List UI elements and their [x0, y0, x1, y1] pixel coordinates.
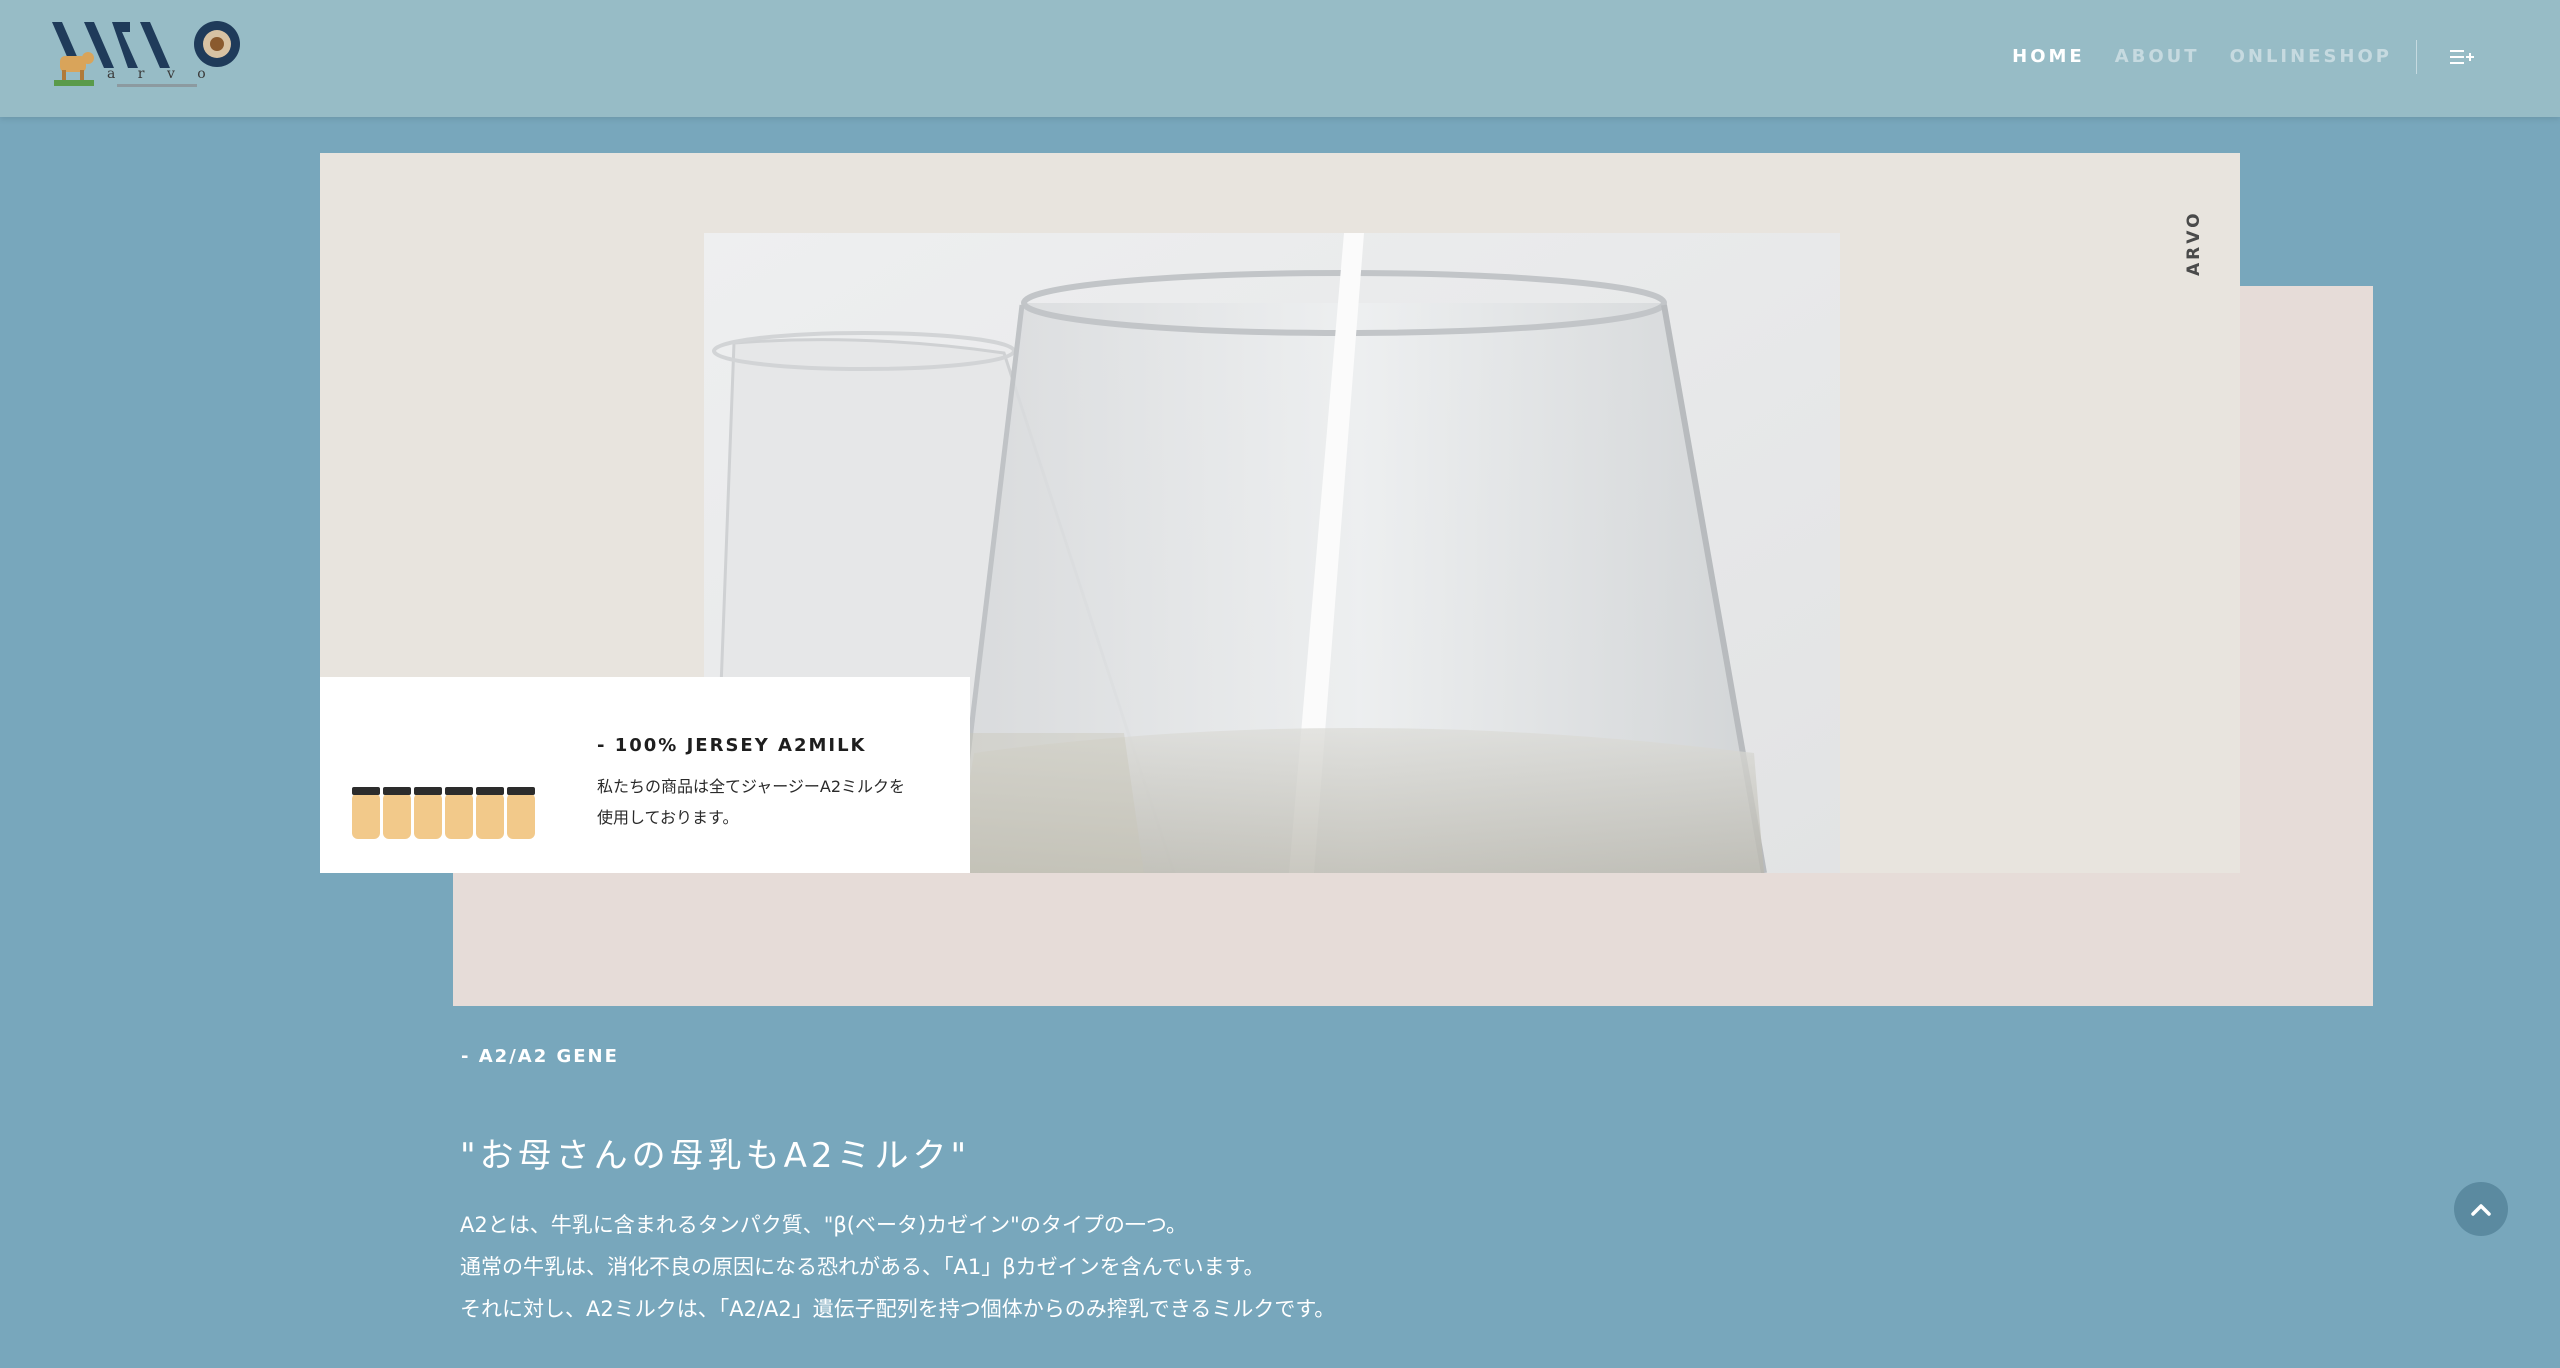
- body-paragraph: 通常の牛乳は、消化不良の原因になる恐れがある、「A1」βカゼインを含んでいます。: [460, 1255, 1265, 1279]
- nav-divider: [2416, 40, 2417, 74]
- card-title: - 100% JERSEY A2MILK: [597, 735, 867, 756]
- nav-onlineshop[interactable]: ONLINESHOP: [2230, 46, 2392, 67]
- body-paragraph: それに対し、A2ミルクは、「A2/A2」遺伝子配列を持つ個体からのみ搾乳できるミ…: [460, 1297, 1336, 1321]
- site-header: a r v o HOME ABOUT ONLINESHOP: [0, 0, 2560, 117]
- nav-about[interactable]: ABOUT: [2115, 46, 2200, 67]
- body-paragraph: A2とは、牛乳に含まれるタンパク質、"β(ベータ)カゼイン"のタイプの一つ。: [460, 1213, 1187, 1237]
- section-label: - A2/A2 GENE: [461, 1046, 619, 1067]
- menu-plus-icon[interactable]: [2448, 46, 2478, 68]
- product-card: - 100% JERSEY A2MILK 私たちの商品は全てジャージーA2ミルク…: [320, 677, 970, 873]
- chevron-up-icon: [2471, 1204, 2491, 1216]
- arvo-logo[interactable]: a r v o: [52, 18, 252, 102]
- section-heading: "お母さんの母乳もA2ミルク": [460, 1136, 971, 1177]
- section-body: A2とは、牛乳に含まれるタンパク質、"β(ベータ)カゼイン"のタイプの一つ。 通…: [460, 1204, 1335, 1330]
- scroll-to-top-button[interactable]: [2454, 1182, 2508, 1236]
- pudding-jars-image: [350, 785, 550, 845]
- card-description: 私たちの商品は全てジャージーA2ミルクを 使用しております。: [597, 771, 947, 833]
- nav-home[interactable]: HOME: [2012, 46, 2085, 67]
- main-nav: HOME ABOUT ONLINESHOP: [2012, 46, 2392, 67]
- card-text-line: 使用しております。: [597, 808, 739, 827]
- hero-vertical-label: ARVO: [2184, 210, 2204, 276]
- svg-text:a r v o: a r v o: [107, 66, 215, 82]
- card-text-line: 私たちの商品は全てジャージーA2ミルクを: [597, 777, 906, 796]
